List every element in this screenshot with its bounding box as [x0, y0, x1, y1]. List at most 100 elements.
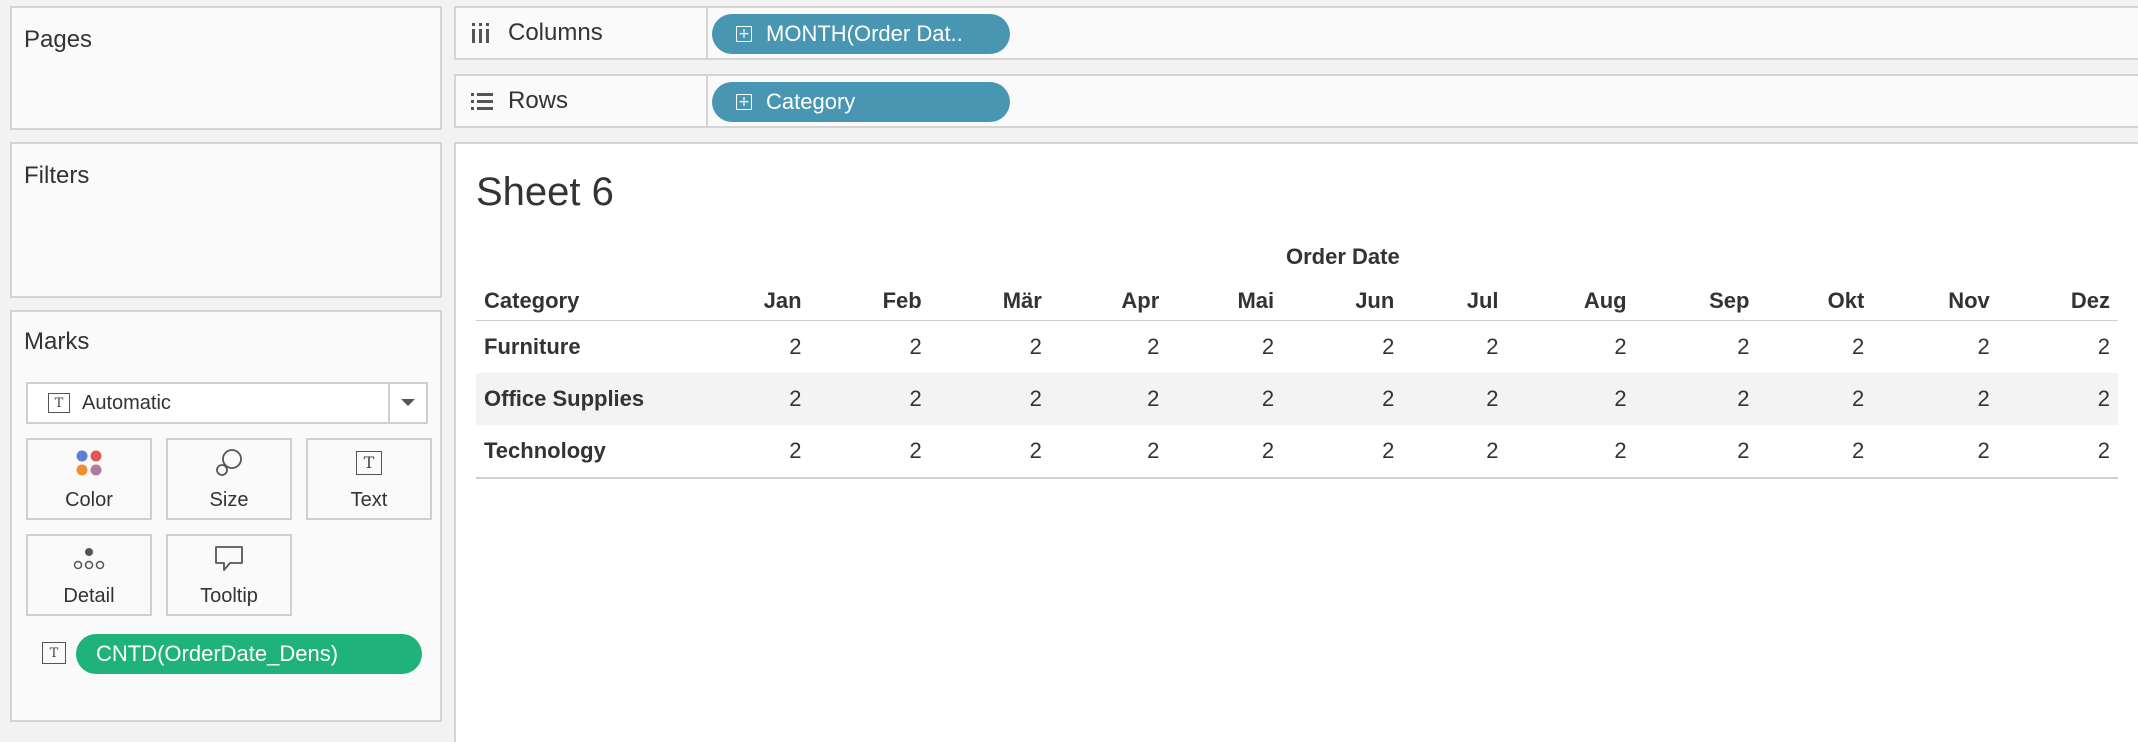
columns-label: Columns	[508, 19, 603, 46]
value-cell[interactable]: 2	[1282, 425, 1402, 478]
rows-shelf[interactable]: Rows + Category	[454, 74, 2138, 128]
tooltip-button[interactable]: Tooltip	[166, 534, 292, 616]
value-cell[interactable]: 2	[1050, 373, 1167, 425]
columns-shelf[interactable]: Columns + MONTH(Order Dat..	[454, 6, 2138, 60]
value-cell[interactable]: 2	[1282, 321, 1402, 374]
month-header[interactable]: Feb	[810, 282, 930, 321]
month-header[interactable]: Aug	[1507, 282, 1635, 321]
header-row: Category Jan Feb Mär Apr Mai Jun Jul Aug Sep Okt N…	[476, 282, 2118, 321]
color-button-label: Color	[65, 489, 113, 511]
value-cell[interactable]: 2	[1507, 425, 1635, 478]
size-button-label: Size	[209, 489, 249, 511]
cntd-orderdate-pill[interactable]: CNTD(OrderDate_Dens)	[76, 634, 422, 674]
size-button[interactable]: Size	[166, 438, 292, 520]
category-header[interactable]: Category	[476, 282, 692, 321]
value-cell[interactable]: 2	[1872, 373, 1997, 425]
month-header[interactable]: Jul	[1402, 282, 1506, 321]
value-cell[interactable]: 2	[1167, 321, 1282, 374]
rows-shelf-label: Rows	[456, 76, 708, 126]
tooltip-bubble-icon	[214, 541, 244, 577]
value-cell[interactable]: 2	[1872, 321, 1997, 374]
expand-plus-icon[interactable]: +	[736, 94, 752, 110]
value-cell[interactable]: 2	[1635, 321, 1758, 374]
color-button[interactable]: Color	[26, 438, 152, 520]
value-cell[interactable]: 2	[1167, 373, 1282, 425]
month-order-date-pill[interactable]: + MONTH(Order Dat..	[712, 14, 1010, 54]
detail-button-label: Detail	[63, 585, 115, 607]
value-cell[interactable]: 2	[1757, 373, 1872, 425]
value-cell[interactable]: 2	[930, 373, 1050, 425]
value-cell[interactable]: 2	[1167, 425, 1282, 478]
month-header[interactable]: Dez	[1998, 282, 2118, 321]
value-cell[interactable]: 2	[810, 321, 930, 374]
tooltip-button-label: Tooltip	[200, 585, 258, 607]
chevron-down-icon[interactable]	[388, 384, 426, 422]
value-cell[interactable]: 2	[692, 321, 810, 374]
marks-title: Marks	[24, 328, 90, 355]
value-cell[interactable]: 2	[810, 373, 930, 425]
rows-icon	[470, 91, 496, 111]
columns-shelf-label: Columns	[456, 8, 708, 58]
text-t-icon: T	[356, 445, 382, 481]
value-cell[interactable]: 2	[1402, 425, 1506, 478]
mark-type-label: Automatic	[82, 391, 171, 414]
value-cell[interactable]: 2	[1635, 373, 1758, 425]
month-header[interactable]: Mär	[930, 282, 1050, 321]
value-cell[interactable]: 2	[1872, 425, 1997, 478]
table-row: Office Supplies 2 2 2 2 2 2 2 2 2 2 2 2	[476, 373, 2118, 425]
value-cell[interactable]: 2	[930, 321, 1050, 374]
pages-title: Pages	[24, 26, 93, 53]
value-cell[interactable]: 2	[692, 373, 810, 425]
value-cell[interactable]: 2	[1402, 321, 1506, 374]
month-order-date-pill-label: MONTH(Order Dat..	[766, 21, 963, 46]
value-cell[interactable]: 2	[1998, 373, 2118, 425]
cntd-orderdate-pill-label: CNTD(OrderDate_Dens)	[96, 641, 339, 666]
table-row: Technology 2 2 2 2 2 2 2 2 2 2 2 2	[476, 425, 2118, 478]
month-header[interactable]: Mai	[1167, 282, 1282, 321]
text-button-label: Text	[350, 489, 388, 511]
category-pill-label: Category	[766, 89, 856, 114]
month-header[interactable]: Jan	[692, 282, 810, 321]
size-circles-icon	[214, 445, 244, 481]
table-row: Furniture 2 2 2 2 2 2 2 2 2 2 2 2	[476, 321, 2118, 374]
text-button[interactable]: T Text	[306, 438, 432, 520]
month-header[interactable]: Nov	[1872, 282, 1997, 321]
rows-label: Rows	[508, 87, 569, 114]
text-encoding-icon: T	[42, 642, 66, 664]
month-header[interactable]: Sep	[1635, 282, 1758, 321]
filters-card[interactable]: Filters	[10, 142, 442, 298]
detail-button[interactable]: Detail	[26, 534, 152, 616]
table-body: Furniture 2 2 2 2 2 2 2 2 2 2 2 2 Office Supplies 2 2 2 2…	[476, 321, 2118, 478]
value-cell[interactable]: 2	[1757, 321, 1872, 374]
mark-type-dropdown[interactable]: T Automatic	[26, 382, 428, 424]
value-cell[interactable]: 2	[1282, 373, 1402, 425]
value-cell[interactable]: 2	[1635, 425, 1758, 478]
color-dots-icon	[75, 445, 103, 481]
category-pill[interactable]: + Category	[712, 82, 1010, 122]
value-cell[interactable]: 2	[1507, 373, 1635, 425]
category-cell[interactable]: Technology	[476, 425, 692, 478]
value-cell[interactable]: 2	[1507, 321, 1635, 374]
marks-card: Marks T Automatic Color Size T Text Deta…	[10, 310, 442, 722]
value-cell[interactable]: 2	[1050, 425, 1167, 478]
value-cell[interactable]: 2	[692, 425, 810, 478]
value-cell[interactable]: 2	[1402, 373, 1506, 425]
month-header[interactable]: Okt	[1757, 282, 1872, 321]
sheet-title: Sheet 6	[476, 170, 614, 214]
value-cell[interactable]: 2	[810, 425, 930, 478]
detail-dots-icon	[72, 541, 106, 577]
value-cell[interactable]: 2	[1757, 425, 1872, 478]
pages-card[interactable]: Pages	[10, 6, 442, 130]
filters-title: Filters	[24, 162, 90, 189]
month-header[interactable]: Jun	[1282, 282, 1402, 321]
crosstab-table: Category Jan Feb Mär Apr Mai Jun Jul Aug Sep Okt N…	[476, 282, 2118, 479]
value-cell[interactable]: 2	[1998, 321, 2118, 374]
month-header[interactable]: Apr	[1050, 282, 1167, 321]
expand-plus-icon[interactable]: +	[736, 26, 752, 42]
category-cell[interactable]: Office Supplies	[476, 373, 692, 425]
value-cell[interactable]: 2	[1050, 321, 1167, 374]
value-cell[interactable]: 2	[1998, 425, 2118, 478]
value-cell[interactable]: 2	[930, 425, 1050, 478]
category-cell[interactable]: Furniture	[476, 321, 692, 374]
text-mark-icon: T	[48, 393, 70, 413]
